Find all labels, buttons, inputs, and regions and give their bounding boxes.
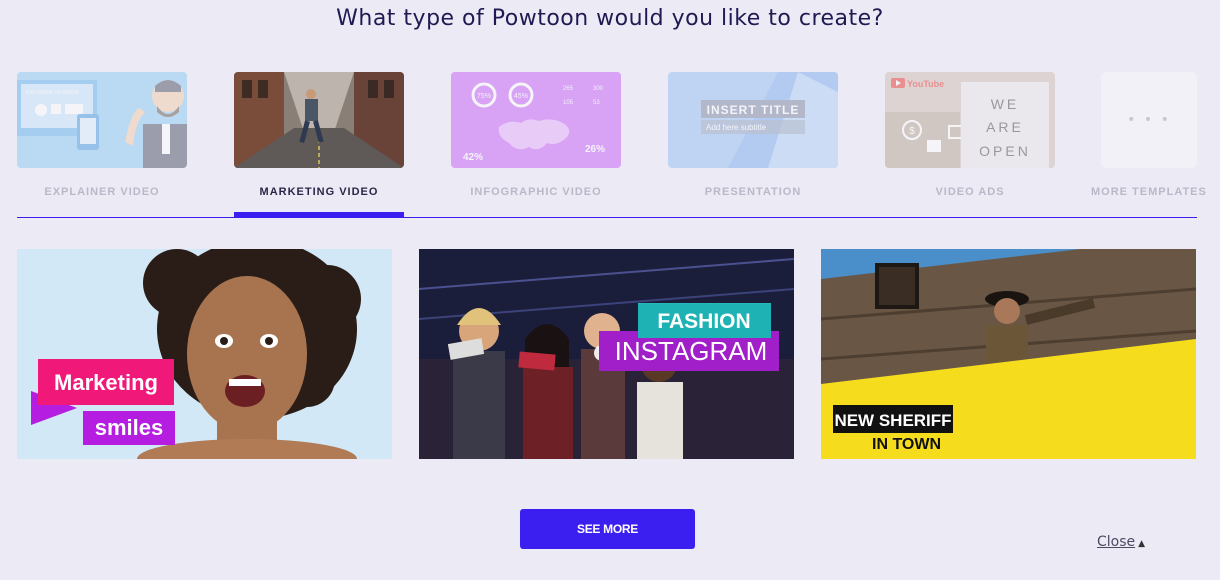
- svg-text:INSERT TITLE: INSERT TITLE: [707, 103, 800, 117]
- svg-text:smiles: smiles: [95, 415, 164, 440]
- category-label: PRESENTATION: [704, 186, 802, 198]
- infographic-thumbnail: 75% 45% 265 300 105 53 42% 26%: [451, 72, 621, 168]
- svg-text:YouTube: YouTube: [907, 79, 944, 89]
- category-label: VIDEO ADS: [935, 186, 1005, 198]
- tab-divider: [17, 217, 1197, 218]
- svg-text:ARE: ARE: [986, 119, 1024, 135]
- presentation-thumbnail: INSERT TITLE Add here subtitle: [668, 72, 838, 168]
- category-label: INFOGRAPHIC VIDEO: [470, 186, 602, 198]
- svg-text:42%: 42%: [463, 152, 483, 163]
- template-card-new-sheriff[interactable]: NEW SHERIFF IN TOWN: [821, 249, 1196, 459]
- category-marketing-video[interactable]: MARKETING VIDEO: [234, 72, 406, 218]
- svg-text:$: $: [909, 126, 915, 137]
- close-label: Close: [1097, 534, 1136, 550]
- category-explainer-video[interactable]: SOFTWARE UPGRADE EXPLAINER VIDEO: [17, 72, 189, 218]
- svg-text:OPEN: OPEN: [979, 143, 1031, 159]
- more-templates-thumbnail: • • •: [1101, 72, 1197, 168]
- svg-text:26%: 26%: [585, 144, 605, 155]
- svg-text:Marketing: Marketing: [54, 370, 158, 395]
- svg-text:NEW SHERIFF: NEW SHERIFF: [834, 411, 951, 430]
- explainer-thumbnail: SOFTWARE UPGRADE: [17, 72, 187, 168]
- svg-text:WE: WE: [991, 96, 1020, 112]
- svg-text:Add here subtitle: Add here subtitle: [706, 123, 767, 132]
- page-title: What type of Powtoon would you like to c…: [336, 6, 884, 31]
- category-label: MARKETING VIDEO: [259, 186, 379, 198]
- category-label: MORE TEMPLATES: [1091, 186, 1207, 198]
- svg-text:265: 265: [563, 86, 574, 92]
- svg-text:105: 105: [563, 100, 574, 106]
- template-card-instagram-fashion[interactable]: INSTAGRAM FASHION: [419, 249, 794, 459]
- svg-text:SOFTWARE UPGRADE: SOFTWARE UPGRADE: [25, 90, 80, 96]
- see-more-button[interactable]: SEE MORE: [520, 509, 695, 549]
- close-button[interactable]: Close ▲: [1097, 534, 1145, 550]
- svg-text:75%: 75%: [477, 93, 491, 100]
- svg-text:45%: 45%: [514, 93, 528, 100]
- template-card-marketing-smiles[interactable]: Marketing smiles: [17, 249, 392, 459]
- category-video-ads[interactable]: YouTube $ WE ARE OPEN VIDEO ADS: [885, 72, 1057, 218]
- video-ads-thumbnail: YouTube $ WE ARE OPEN: [885, 72, 1055, 168]
- marketing-thumbnail: [234, 72, 404, 168]
- svg-text:INSTAGRAM: INSTAGRAM: [615, 336, 768, 366]
- svg-text:IN TOWN: IN TOWN: [872, 436, 941, 453]
- more-dots-icon: • • •: [1127, 112, 1171, 128]
- category-infographic-video[interactable]: 75% 45% 265 300 105 53 42% 26% INFOGRAPH…: [451, 72, 623, 218]
- category-label: EXPLAINER VIDEO: [44, 186, 160, 198]
- svg-text:FASHION: FASHION: [657, 310, 750, 333]
- svg-text:53: 53: [593, 100, 600, 106]
- category-presentation[interactable]: INSERT TITLE Add here subtitle PRESENTAT…: [668, 72, 840, 218]
- svg-text:300: 300: [593, 86, 604, 92]
- category-more-templates[interactable]: • • • MORE TEMPLATES: [1091, 72, 1211, 218]
- chevron-up-icon: ▲: [1138, 539, 1146, 549]
